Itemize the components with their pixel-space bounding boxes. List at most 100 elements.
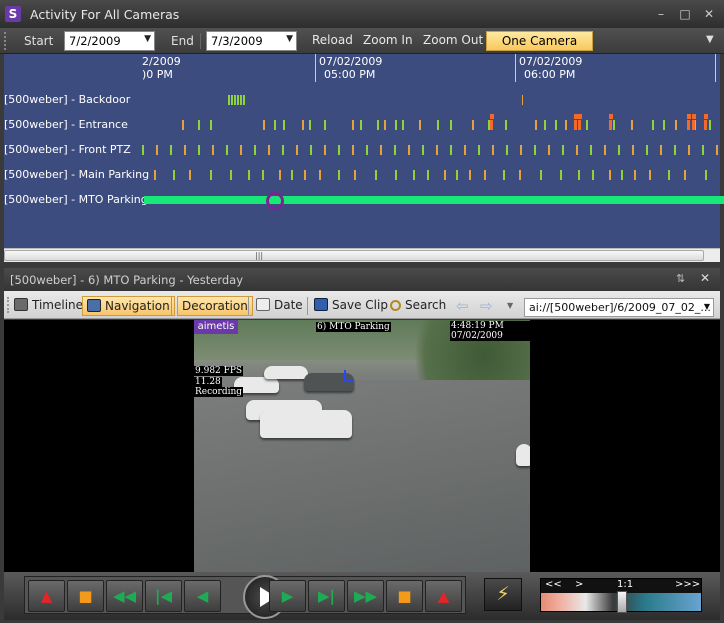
save-clip-button[interactable]: Save Clip — [310, 296, 392, 316]
one-camera-view-button[interactable]: One Camera View — [486, 31, 593, 66]
activity-mark — [492, 145, 494, 155]
start-label: Start — [24, 34, 54, 48]
toolbar-overflow-icon[interactable]: ▼ — [706, 34, 714, 45]
activity-mark — [450, 120, 452, 130]
activity-mark — [338, 170, 340, 180]
activity-mark — [395, 170, 397, 180]
activity-mark — [503, 170, 505, 180]
next-frame-button[interactable]: ▶| — [308, 580, 345, 612]
activity-mark — [377, 120, 379, 130]
next-alarm-button[interactable]: ▲ — [425, 580, 462, 612]
live-mode-button[interactable]: ⚡ — [484, 578, 522, 611]
activity-mark — [240, 95, 242, 105]
playback-bar: ▲ ■ ◀◀ |◀ ◀ ▶ ▶| ▶▶ ■ ▲ ⚡ << > 1:1 >>> — [4, 572, 720, 620]
osd-status: Recording — [194, 387, 244, 397]
playback-speed-slider[interactable]: << > 1:1 >>> — [540, 578, 702, 613]
viewer-toolbar: Timeline Navigation Decoration Date Save… — [4, 291, 720, 319]
speed-slider-thumb[interactable] — [617, 591, 627, 613]
activity-mark — [234, 95, 236, 105]
next-fast-button[interactable]: ▶▶ — [347, 580, 384, 612]
activity-mark — [173, 170, 175, 180]
reload-button[interactable]: Reload — [312, 33, 353, 47]
start-date-picker[interactable]: 7/2/2009 ▼ — [64, 31, 155, 51]
scrollbar-thumb[interactable]: ||| — [4, 250, 704, 261]
alarm-back-icon: ▲ — [40, 587, 53, 605]
activity-mark — [506, 145, 508, 155]
event-forward-icon: ■ — [397, 587, 412, 605]
close-icon[interactable]: ✕ — [700, 271, 710, 285]
activity-mark — [291, 170, 293, 180]
video-viewport[interactable]: aimetis 6) MTO Parking 4:48:19 PM 07/02/… — [4, 320, 720, 572]
chevron-down-icon[interactable]: ▼ — [144, 34, 151, 44]
activity-mark — [319, 170, 321, 180]
activity-mark — [262, 170, 264, 180]
search-label: Search — [405, 298, 447, 312]
navigation-button[interactable]: Navigation — [82, 296, 175, 316]
activity-mark — [436, 145, 438, 155]
chevron-down-icon[interactable]: ▼ — [704, 302, 710, 311]
activity-mark — [618, 145, 620, 155]
search-button[interactable]: Search — [386, 296, 450, 316]
activity-mark — [692, 114, 696, 119]
activity-mark — [652, 120, 654, 130]
prev-alarm-button[interactable]: ▲ — [28, 580, 65, 612]
window-title: Activity For All Cameras — [30, 7, 180, 22]
maximize-icon[interactable]: □ — [676, 6, 694, 22]
timeline-scrollbar[interactable]: ||| — [4, 248, 720, 262]
timeline-button[interactable]: Timeline — [10, 296, 87, 316]
close-icon[interactable]: ✕ — [700, 6, 718, 22]
activity-mark — [228, 95, 230, 105]
activity-mark — [384, 120, 386, 130]
next-event-button[interactable]: ■ — [386, 580, 423, 612]
activity-mark — [283, 120, 285, 130]
activity-mark — [456, 170, 458, 180]
activity-mark — [684, 170, 686, 180]
viewer-title-bar: [500weber] - 6) MTO Parking - Yesterday … — [4, 268, 720, 291]
prev-fast-button[interactable]: ◀◀ — [106, 580, 143, 612]
activity-mark — [182, 120, 184, 130]
activity-mark — [631, 120, 633, 130]
activity-mark — [490, 120, 493, 130]
activity-mark — [413, 170, 415, 180]
activity-mark — [408, 145, 410, 155]
rewind-button[interactable]: ◀ — [184, 580, 221, 612]
activity-mark — [427, 170, 429, 180]
chevron-down-icon[interactable]: ▼ — [286, 34, 293, 44]
activity-mark — [632, 145, 634, 155]
timeline-cursor[interactable] — [266, 192, 284, 210]
activity-mark — [198, 120, 200, 130]
zoom-in-button[interactable]: Zoom In — [363, 33, 413, 47]
activity-mark — [574, 120, 577, 130]
parked-car — [260, 410, 352, 438]
step-forward-icon: ▶| — [317, 587, 335, 605]
activity-mark — [649, 170, 651, 180]
toolbar-grip[interactable] — [4, 32, 8, 50]
back-arrow-icon[interactable]: ⇦ — [456, 297, 469, 315]
activity-mark — [586, 120, 588, 130]
camera-frame: aimetis 6) MTO Parking 4:48:19 PM 07/02/… — [194, 320, 530, 572]
minimize-icon[interactable]: – — [652, 6, 670, 22]
end-date-picker[interactable]: 7/3/2009 ▼ — [206, 31, 297, 51]
pin-icon[interactable]: ⇅ — [676, 272, 685, 285]
forward-button[interactable]: ▶ — [269, 580, 306, 612]
chevron-down-icon[interactable]: ▼ — [507, 301, 513, 310]
activity-mark — [687, 120, 690, 130]
forward-icon: ▶ — [281, 587, 294, 605]
activity-mark — [609, 170, 611, 180]
navigation-label: Navigation — [105, 299, 170, 313]
decoration-button[interactable]: Decoration — [177, 296, 253, 316]
prev-frame-button[interactable]: |◀ — [145, 580, 182, 612]
forward-arrow-icon[interactable]: ⇨ — [480, 297, 493, 315]
date-label: Date — [274, 298, 303, 312]
date-button[interactable]: Date — [252, 296, 307, 316]
activity-timeline[interactable]: 2/2009 )0 PM 07/02/2009 05:00 PM 07/02/2… — [4, 54, 724, 248]
step-back-icon: |◀ — [154, 587, 172, 605]
activity-mark — [198, 145, 200, 155]
activity-mark — [675, 120, 677, 130]
video-path-input[interactable]: ai://[500weber]/6/2009_07_02_... ▼ — [524, 298, 714, 317]
activity-mark — [535, 120, 537, 130]
mto-parking-recording-bar[interactable] — [144, 196, 724, 204]
zoom-out-button[interactable]: Zoom Out — [423, 33, 483, 47]
prev-event-button[interactable]: ■ — [67, 580, 104, 612]
activity-mark — [484, 170, 486, 180]
